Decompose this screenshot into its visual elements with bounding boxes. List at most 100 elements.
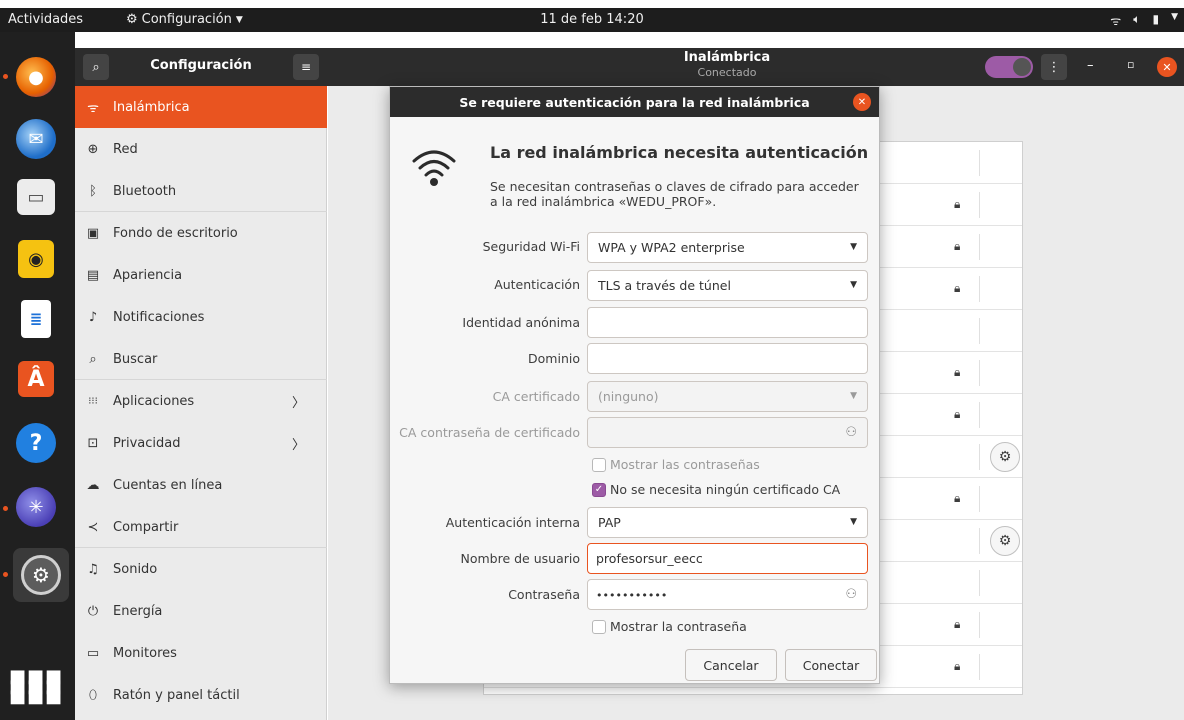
- row-divider: [979, 612, 980, 638]
- row-divider: [979, 528, 980, 554]
- sidebar-header: ⌕ Configuración ≡: [75, 48, 327, 86]
- chevron-right-icon: 〉: [291, 395, 305, 411]
- authentication-combo[interactable]: TLS a través de túnel ▼: [587, 270, 868, 301]
- close-window-button[interactable]: ✕: [1157, 57, 1177, 77]
- toggle-knob: [1013, 58, 1031, 76]
- dock-files[interactable]: ▭: [11, 172, 61, 222]
- dialog-header: Se requiere autenticación para la red in…: [390, 87, 879, 117]
- wifi-toggle[interactable]: [985, 56, 1033, 78]
- no-ca-certificate-checkbox[interactable]: ✓ No se necesita ningún certificado CA: [592, 482, 840, 497]
- apps-icon: ⁝⁝⁝: [88, 395, 98, 407]
- dock-help[interactable]: ?: [11, 418, 61, 468]
- connect-button[interactable]: Conectar: [785, 649, 877, 681]
- dialog-close-button[interactable]: ✕: [853, 93, 871, 111]
- inner-authentication-combo[interactable]: PAP ▼: [587, 507, 868, 538]
- network-settings-button[interactable]: ⚙: [990, 442, 1020, 472]
- sidebar-item-label: Ratón y panel táctil: [113, 687, 240, 703]
- power-icon: ⏻: [87, 603, 99, 619]
- ca-certificate-combo[interactable]: (ninguno) ▼: [587, 381, 868, 412]
- clock[interactable]: 11 de feb 14:20: [0, 12, 1184, 27]
- row-divider: [979, 192, 980, 218]
- thunderbird-icon: ✉: [16, 119, 56, 159]
- search-icon: ⌕: [89, 351, 97, 367]
- username-input[interactable]: profesorsur_eecc: [587, 543, 868, 574]
- dock-settings[interactable]: ⚙: [13, 548, 69, 602]
- music-note-icon: ♫: [87, 561, 99, 577]
- sidebar-item-wallpaper[interactable]: ▣ Fondo de escritorio: [75, 212, 327, 254]
- sidebar-item-mouse[interactable]: ⬯ Ratón y panel táctil: [75, 674, 327, 716]
- dock-rhythmbox[interactable]: ◉: [11, 234, 61, 284]
- password-value: •••••••••••: [596, 589, 668, 602]
- lock-icon: 🔒︎: [954, 365, 961, 379]
- wifi-auth-dialog: Se requiere autenticación para la red in…: [389, 86, 880, 684]
- row-divider: [979, 402, 980, 428]
- combo-value: WPA y WPA2 enterprise: [598, 240, 745, 255]
- lock-icon: ⊡: [87, 435, 99, 451]
- sidebar-item-privacy[interactable]: ⊡ Privacidad 〉: [75, 422, 327, 464]
- appearance-icon: ▤: [86, 267, 100, 283]
- password-input[interactable]: ••••••••••• ⚇: [587, 579, 868, 610]
- wallpaper-icon: ▣: [86, 225, 100, 241]
- row-divider: [979, 360, 980, 386]
- wifi-security-combo[interactable]: WPA y WPA2 enterprise ▼: [587, 232, 868, 263]
- volume-icon: 🔈︎: [1133, 12, 1141, 26]
- checkbox-box: [592, 619, 606, 634]
- combo-value: TLS a través de túnel: [598, 278, 731, 293]
- dock-thunderbird[interactable]: ✉: [11, 114, 61, 164]
- hamburger-menu-button[interactable]: ≡: [293, 54, 319, 80]
- domain-input[interactable]: [587, 343, 868, 374]
- system-tray[interactable]: ᯤ 🔈︎ ▮ ▼: [1110, 12, 1178, 29]
- sidebar-item-search[interactable]: ⌕ Buscar: [75, 338, 327, 380]
- top-bar: Actividades ⚙ Configuración ▼ 11 de feb …: [0, 8, 1184, 32]
- sidebar-item-appearance[interactable]: ▤ Apariencia: [75, 254, 327, 296]
- lock-icon: 🔒︎: [954, 281, 961, 295]
- sidebar-item-label: Sonido: [113, 561, 158, 577]
- dock-writer[interactable]: ≣: [11, 294, 61, 344]
- running-indicator: [3, 572, 8, 577]
- sidebar-item-bluetooth[interactable]: ᛒ Bluetooth: [75, 170, 327, 212]
- row-divider: [979, 234, 980, 260]
- user-icon[interactable]: ⚇: [845, 418, 857, 447]
- show-password-checkbox[interactable]: Mostrar la contraseña: [592, 619, 747, 634]
- sidebar-item-sound[interactable]: ♫ Sonido: [75, 548, 327, 590]
- dock-show-apps[interactable]: ■■■ ■■■ ■■■: [9, 662, 62, 712]
- dock-firefox[interactable]: ●: [11, 52, 61, 102]
- settings-gear-icon: ⚙: [21, 555, 61, 595]
- maximize-button[interactable]: ▫: [1127, 58, 1134, 71]
- row-divider: [979, 150, 980, 176]
- sidebar-item-label: Red: [113, 141, 138, 157]
- row-divider: [979, 486, 980, 512]
- lock-icon: 🔒︎: [954, 659, 961, 673]
- minimize-button[interactable]: –: [1087, 58, 1094, 73]
- combo-value: (ninguno): [598, 389, 659, 404]
- sidebar-item-power[interactable]: ⏻ Energía: [75, 590, 327, 632]
- sidebar-item-notifications[interactable]: ♪ Notificaciones: [75, 296, 327, 338]
- main-header: Inalámbrica Conectado ⋮ – ▫ ✕: [327, 48, 1184, 86]
- lock-icon: 🔒︎: [954, 239, 961, 253]
- show-passwords-checkbox[interactable]: Mostrar las contraseñas: [592, 457, 760, 472]
- dropdown-arrow-icon: ▼: [850, 280, 857, 290]
- anonymous-identity-input[interactable]: [587, 307, 868, 338]
- sidebar-item-sharing[interactable]: ≺ Compartir: [75, 506, 327, 548]
- checkbox-box: [592, 457, 606, 472]
- dock-browser[interactable]: ✳: [11, 482, 61, 532]
- close-icon: ✕: [1162, 60, 1172, 74]
- sidebar-item-online-accounts[interactable]: ☁ Cuentas en línea: [75, 464, 327, 506]
- checkbox-label: Mostrar la contraseña: [610, 619, 747, 634]
- ca-password-input[interactable]: ⚇: [587, 417, 868, 448]
- monitor-icon: ▭: [86, 645, 100, 661]
- dialog-title: Se requiere autenticación para la red in…: [459, 95, 810, 110]
- sidebar-item-applications[interactable]: ⁝⁝⁝ Aplicaciones 〉: [75, 380, 327, 422]
- sidebar-item-displays[interactable]: ▭ Monitores: [75, 632, 327, 674]
- dock-software[interactable]: Â: [11, 354, 61, 404]
- options-button[interactable]: ⋮: [1041, 54, 1067, 80]
- user-icon[interactable]: ⚇: [845, 580, 857, 609]
- cancel-button[interactable]: Cancelar: [685, 649, 777, 681]
- network-settings-button[interactable]: ⚙: [990, 526, 1020, 556]
- password-label: Contraseña: [508, 587, 580, 602]
- sidebar-item-network[interactable]: ⊕ Red: [75, 128, 327, 170]
- sidebar-item-label: Buscar: [113, 351, 158, 367]
- software-store-icon: Â: [18, 361, 54, 397]
- sidebar-item-wifi[interactable]: ᯤ Inalámbrica: [75, 86, 327, 128]
- sidebar-item-label: Cuentas en línea: [113, 477, 223, 493]
